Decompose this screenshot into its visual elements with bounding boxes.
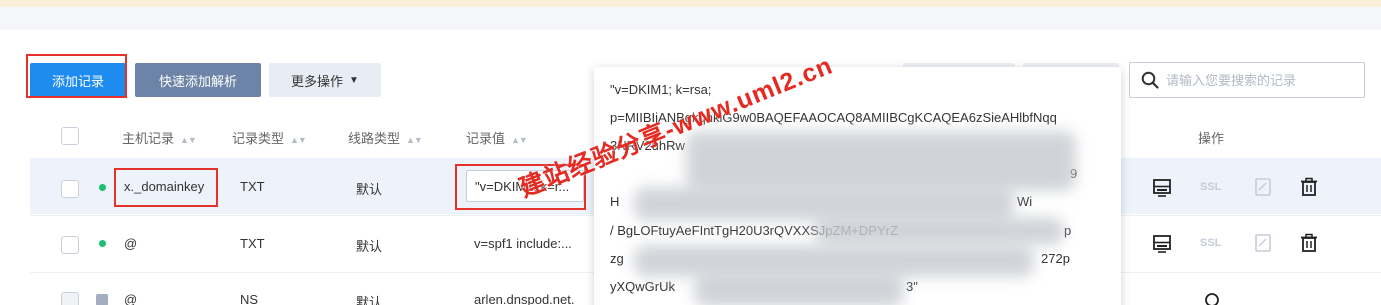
tooltip-line: p=MIIBIjANBgkqhkiG9w0BAQEFAAOCAQ8AMIIBCg… [610,110,1057,125]
status-enabled-dot [99,184,106,191]
search-box[interactable] [1129,62,1365,98]
host-cell[interactable]: x._domainkey [124,179,204,194]
ssl-icon[interactable]: SSL [1200,237,1221,249]
more-ops-dropdown[interactable]: 更多操作 ▼ [269,63,381,97]
value-cell[interactable]: arlen.dnspod.net. [474,292,574,305]
redaction-blur [694,273,904,305]
add-record-label: 添加记录 [51,73,104,89]
note-icon[interactable] [1253,233,1273,253]
tooltip-line-right: 272p [1041,251,1070,266]
quick-add-label: 快速添加解析 [158,73,237,89]
top-notice-strip [0,0,1381,7]
delete-icon[interactable] [1299,177,1319,197]
row-checkbox-disabled [61,292,79,305]
line-cell: 默认 [356,182,383,197]
system-record-icon [96,294,108,305]
quick-add-button[interactable]: 快速添加解析 [135,63,261,97]
status-enabled-dot [99,240,106,247]
edit-record-icon[interactable] [1152,233,1172,253]
tooltip-line-right: p [1064,223,1072,238]
record-value-tooltip: "v=DKIM1; k=rsa; p=MIIBIjANBgkqhkiG9w0BA… [594,67,1121,305]
record-value-field[interactable]: "v=DKIM1; k=r... [466,170,584,202]
sort-icon[interactable]: ▲▼ [180,135,197,145]
host-cell[interactable]: @ [124,236,137,251]
search-input[interactable] [1166,64,1358,96]
sort-icon[interactable]: ▲▼ [406,135,423,145]
column-header-host[interactable]: 主机记录 ▲▼ [122,128,197,147]
column-header-type[interactable]: 记录类型 ▲▼ [232,128,307,147]
sort-icon[interactable]: ▲▼ [290,135,307,145]
tooltip-line: yXQwGrUk [610,279,675,294]
type-cell: TXT [240,179,265,194]
row-checkbox[interactable] [61,180,79,198]
search-icon[interactable] [1203,291,1223,305]
edit-record-icon[interactable] [1152,177,1172,197]
line-cell: 默认 [356,239,383,254]
page-gap [0,7,1381,30]
more-ops-label: 更多操作 [291,73,344,89]
column-header-line[interactable]: 线路类型 ▲▼ [348,128,423,147]
tooltip-line: 3" [906,279,918,294]
ssl-icon[interactable]: SSL [1200,181,1221,193]
type-cell: NS [240,292,259,305]
value-cell[interactable]: v=spf1 include:... [474,236,572,251]
redaction-blur [634,187,1014,221]
tooltip-line: zg [610,251,624,266]
caret-down-icon: ▼ [349,74,359,86]
type-cell: TXT [240,236,265,251]
host-cell[interactable]: @ [124,292,137,305]
search-icon [1141,71,1159,89]
tooltip-line: 3NRV2uhRw [610,138,685,153]
row-checkbox[interactable] [61,236,79,254]
delete-icon[interactable] [1299,233,1319,253]
tooltip-line-right: Wi [1017,194,1033,209]
note-icon[interactable] [1253,177,1273,197]
tooltip-line: "v=DKIM1; k=rsa; [610,82,712,97]
line-cell: 默认 [356,295,383,305]
tooltip-line: H [610,194,620,209]
column-header-value[interactable]: 记录值 ▲▼ [466,128,528,147]
sort-icon[interactable]: ▲▼ [511,135,528,145]
redaction-blur [686,131,1076,191]
add-record-button[interactable]: 添加记录 [30,63,126,97]
select-all-checkbox[interactable] [61,127,79,145]
column-header-ops: 操作 [1198,131,1225,146]
redaction-blur [814,217,1064,245]
